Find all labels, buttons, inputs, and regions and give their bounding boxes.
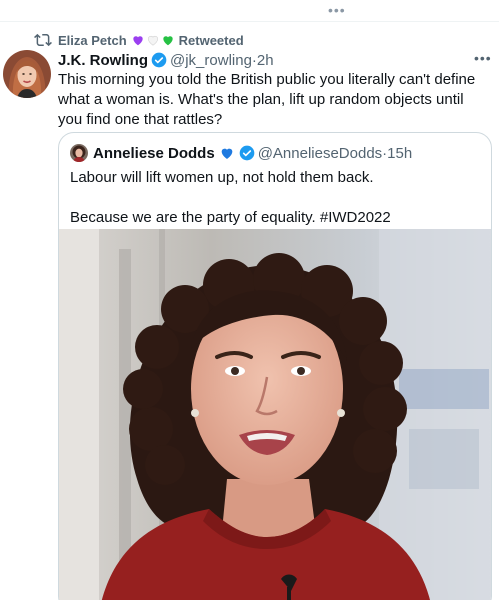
avatar-image <box>3 50 51 98</box>
quote-text-line-1: Labour will lift women up, not hold them… <box>70 169 374 186</box>
retweeted-label: Retweeted <box>178 32 244 48</box>
quote-video-media[interactable] <box>59 229 491 600</box>
tweet-header: J.K. Rowling @jk_rowling · 2h <box>58 50 274 70</box>
top-strip: ••• <box>0 0 499 22</box>
quote-author-name[interactable]: Anneliese Dodds <box>93 145 215 162</box>
white-heart-icon <box>147 35 158 46</box>
author-avatar[interactable] <box>3 50 51 98</box>
blue-heart-icon <box>221 148 233 159</box>
quote-verified-badge-icon <box>239 145 255 161</box>
author-name[interactable]: J.K. Rowling <box>58 52 148 69</box>
quoted-tweet[interactable]: Anneliese Dodds @AnnelieseDodds · 15h La… <box>58 132 492 600</box>
quote-text-line-2: Because we are the party of equality. #I… <box>70 209 391 226</box>
quote-author-avatar[interactable] <box>70 144 88 162</box>
tweet-timestamp[interactable]: 2h <box>257 52 274 69</box>
purple-heart-icon <box>132 36 143 46</box>
quote-timestamp[interactable]: 15h <box>387 145 412 162</box>
more-dots-icon[interactable]: ••• <box>328 2 346 18</box>
green-heart-icon <box>162 36 173 46</box>
tweet-text: This morning you told the British public… <box>58 71 476 128</box>
heart-emojis <box>131 33 175 47</box>
tweet-more-icon[interactable]: ••• <box>474 50 492 66</box>
author-handle[interactable]: @jk_rowling <box>170 52 252 69</box>
quote-author-handle[interactable]: @AnnelieseDodds <box>258 145 382 162</box>
quote-header: Anneliese Dodds @AnnelieseDodds · 15h <box>70 143 412 163</box>
video-frame-image <box>59 229 491 600</box>
social-context[interactable]: Eliza Petch Retweeted <box>36 31 244 49</box>
retweeter-name[interactable]: Eliza Petch <box>58 33 127 48</box>
quote-text: Labour will lift women up, not hold them… <box>70 168 482 228</box>
verified-badge-icon <box>151 52 167 68</box>
